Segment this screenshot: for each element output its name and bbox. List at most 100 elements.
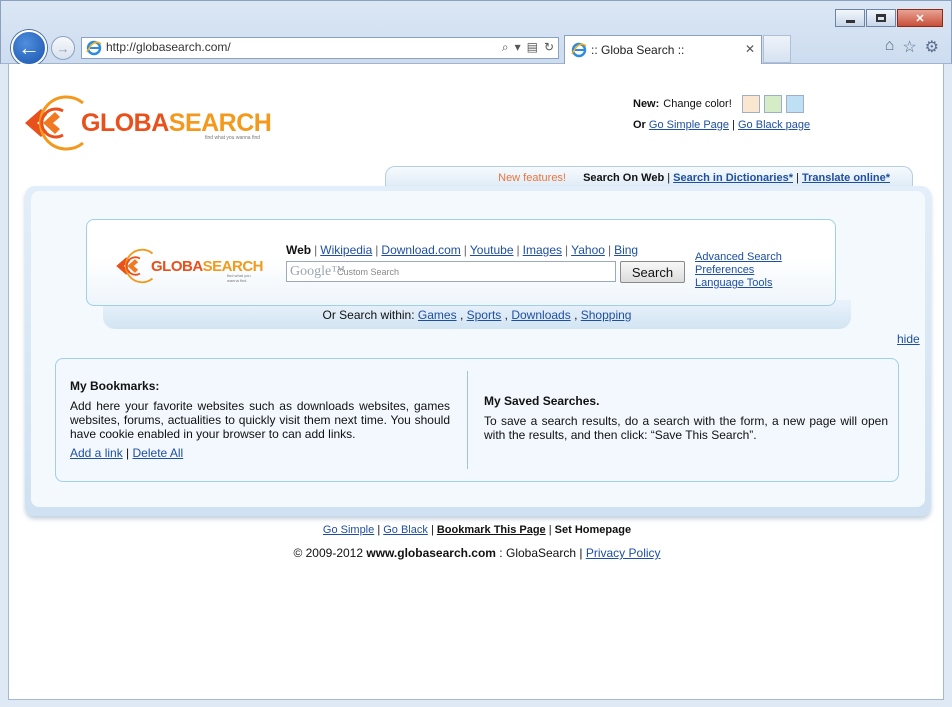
dropdown-icon[interactable]: ▾ [515,40,521,55]
footer-links: Go Simple | Go Black | Bookmark This Pag… [9,524,945,536]
search-button[interactable]: Search [620,261,685,283]
advanced-search-link[interactable]: Advanced Search [695,251,782,264]
maximize-button[interactable] [866,9,896,27]
saved-searches-text: To save a search results, do a search wi… [484,414,888,442]
engine-yahoo-link[interactable]: Yahoo [571,243,605,257]
engine-youtube-link[interactable]: Youtube [470,243,514,257]
separator: | [732,119,735,131]
site-logo[interactable]: GLOBASEARCH find what you wanna find [23,95,272,151]
or-label: Or [633,119,646,131]
copyright-brand: GlobaSearch [505,546,577,560]
go-black-page-link[interactable]: Go Black page [738,119,810,131]
search-engine-links: Web | Wikipedia | Download.com | Youtube | Image… [286,243,638,257]
within-shopping-link[interactable]: Shopping [581,308,632,322]
search-logo: GLOBASEARCH find what you wanna find [115,248,264,284]
tab-translate-online[interactable]: Translate online* [802,172,890,184]
separator: | [796,172,799,184]
new-label: New: [633,98,660,110]
tab-search-on-web[interactable]: Search On Web [583,172,664,184]
add-link-button[interactable]: Add a link [70,446,123,460]
footer-go-black-link[interactable]: Go Black [383,524,428,536]
my-bookmarks-text: Add here your favorite websites such as … [70,399,450,441]
engine-download-link[interactable]: Download.com [381,243,460,257]
search-within-label: Or Search within: [322,308,415,322]
saved-searches-title: My Saved Searches. [484,394,600,408]
home-icon[interactable]: ⌂ [885,37,895,57]
refresh-icon[interactable]: ↻ [544,40,554,55]
saved-searches-section: My Saved Searches. To save a search resu… [484,359,888,481]
search-icon[interactable]: ⌕ [502,40,509,55]
logo-tagline: find what you wanna find [205,135,261,141]
close-tab-icon[interactable]: ✕ [745,42,755,56]
logo-chevrons-icon [25,95,84,151]
forward-button[interactable]: → [51,36,75,60]
separator: | [463,243,467,257]
minimize-icon [845,19,855,23]
section-divider [467,371,468,469]
address-bar[interactable]: ⌕ ▾ ▤ ↻ [81,37,559,59]
color-swatch-green[interactable] [763,95,782,113]
separator: | [579,546,583,560]
engine-images-link[interactable]: Images [523,243,562,257]
separator: | [314,243,318,257]
forward-arrow-icon: → [56,40,70,56]
engine-bing-link[interactable]: Bing [614,243,638,257]
comma: , [459,308,464,322]
engine-web[interactable]: Web [286,243,311,257]
tab-search-in-dictionaries[interactable]: Search in Dictionaries* [673,172,793,184]
minimize-button[interactable] [835,9,865,27]
separator: | [607,243,612,257]
logo-chevrons-small-icon [116,248,154,284]
colon: : [499,546,503,560]
engine-wikipedia-link[interactable]: Wikipedia [320,243,372,257]
browser-tab[interactable]: :: Globa Search :: ✕ [564,35,762,64]
separator: | [667,172,671,184]
close-icon: ✕ [915,12,925,25]
language-tools-link[interactable]: Language Tools [695,277,782,290]
ie-page-icon [86,40,102,56]
separator: | [548,524,552,536]
window-controls: ✕ [835,9,943,27]
url-input[interactable] [106,40,486,54]
copyright-line: © 2009-2012 www.globasearch.com : GlobaS… [9,546,945,560]
within-downloads-link[interactable]: Downloads [511,308,570,322]
bookmarks-panel: My Bookmarks: Add here your favorite web… [55,358,899,482]
color-swatch-peach[interactable] [741,95,760,113]
back-arrow-icon: ← [18,35,40,60]
set-homepage-link[interactable]: Set Homepage [555,524,631,536]
footer-go-simple-link[interactable]: Go Simple [323,524,374,536]
copyright-domain: www.globasearch.com [366,546,496,560]
delete-all-button[interactable]: Delete All [133,446,184,460]
logo-text-search: SEARCH [168,108,272,137]
search-box: GLOBASEARCH find what you wanna find Web… [86,219,836,306]
settings-gear-icon[interactable]: ⚙ [925,37,939,57]
within-sports-link[interactable]: Sports [467,308,502,322]
favorites-star-icon[interactable]: ☆ [902,37,916,57]
new-features-label: New features! [498,172,566,184]
maximize-icon [876,14,886,22]
preferences-link[interactable]: Preferences [695,264,782,277]
copyright-years: © 2009-2012 [293,546,364,560]
search-options: Advanced Search Preferences Language Too… [695,251,782,290]
search-input[interactable]: Google™ Custom Search [286,261,616,282]
bookmark-this-page-link[interactable]: Bookmark This Page [437,524,546,536]
compatibility-icon[interactable]: ▤ [527,40,538,55]
separator: | [126,446,130,460]
go-simple-page-link[interactable]: Go Simple Page [649,119,729,131]
address-tools: ⌕ ▾ ▤ ↻ [502,40,554,55]
ie-tab-icon [571,42,587,58]
separator: | [375,243,379,257]
my-bookmarks-title: My Bookmarks: [70,379,160,393]
color-swatch-blue[interactable] [785,95,804,113]
new-tab-button[interactable] [763,35,791,63]
close-window-button[interactable]: ✕ [897,9,943,27]
back-button[interactable]: ← [11,30,47,66]
within-games-link[interactable]: Games [418,308,457,322]
separator: | [516,243,520,257]
separator: | [377,524,381,536]
browser-tools: ⌂ ☆ ⚙ [885,37,939,57]
hide-link[interactable]: hide [897,332,920,346]
search-logo-tagline: find what you wanna find [227,273,251,283]
browser-chrome: ✕ ← → ⌕ ▾ ▤ ↻ :: Globa Search :: ✕ ⌂ ☆ ⚙ [0,0,952,66]
privacy-policy-link[interactable]: Privacy Policy [586,546,661,560]
